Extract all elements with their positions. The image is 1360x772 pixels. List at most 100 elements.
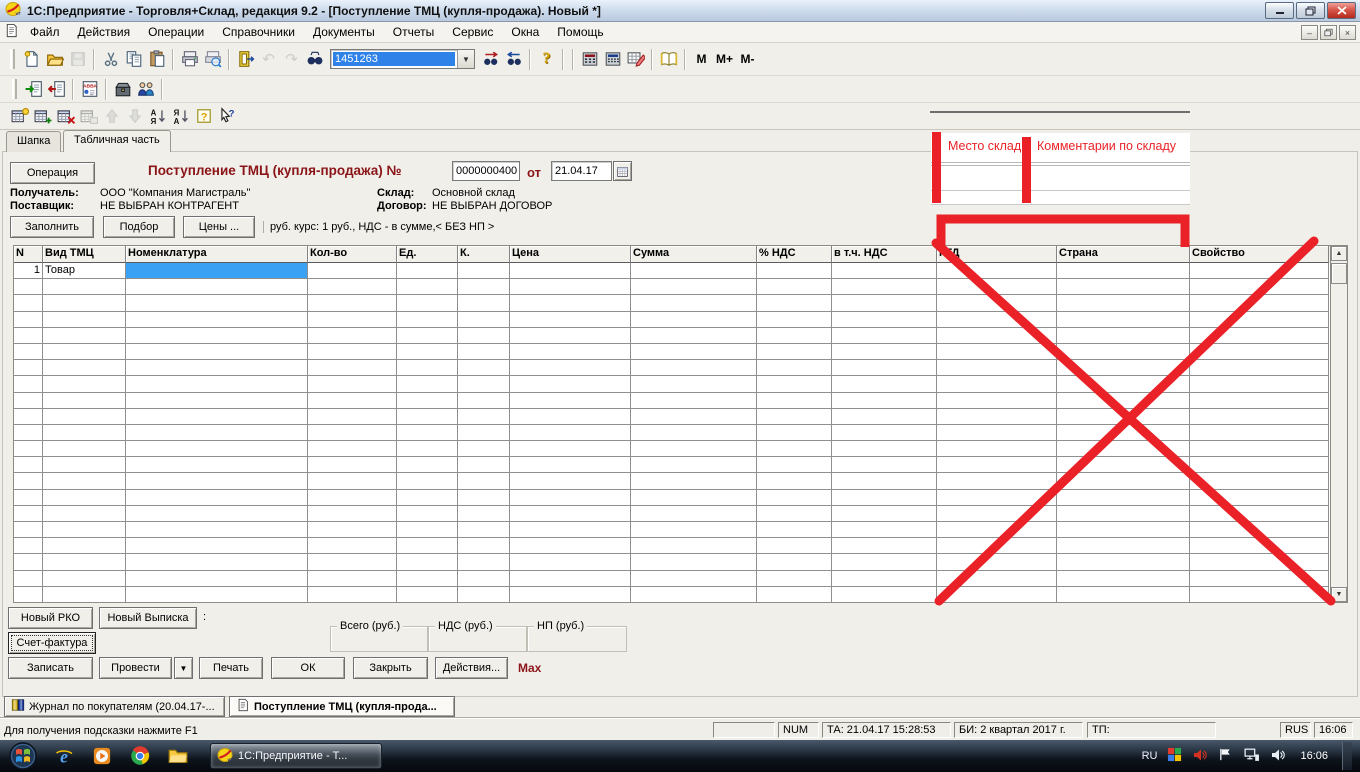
table-cell[interactable] <box>458 328 510 344</box>
table-cell[interactable] <box>126 490 308 506</box>
table-cell[interactable] <box>308 490 397 506</box>
table-cell[interactable] <box>43 522 126 538</box>
context-help-icon[interactable]: ? <box>215 105 238 128</box>
toolbar-drag-handle[interactable] <box>10 49 15 69</box>
table-cell[interactable] <box>1190 376 1329 392</box>
table-cell[interactable] <box>458 360 510 376</box>
table-cell[interactable] <box>14 279 43 295</box>
table-cell[interactable]: 1 <box>14 263 43 279</box>
table-cell[interactable] <box>937 490 1057 506</box>
table-cell[interactable] <box>126 571 308 587</box>
table-cell[interactable] <box>757 360 832 376</box>
table-cell[interactable] <box>43 344 126 360</box>
sort-az-icon[interactable]: АЯ <box>146 105 169 128</box>
table-cell[interactable] <box>1190 344 1329 360</box>
table-cell[interactable] <box>631 490 757 506</box>
table-cell[interactable] <box>126 344 308 360</box>
table-cell[interactable] <box>308 279 397 295</box>
table-row[interactable] <box>14 425 1330 441</box>
post-button[interactable]: Провести <box>99 657 172 679</box>
table-row[interactable] <box>14 538 1330 554</box>
table-cell[interactable] <box>1190 522 1329 538</box>
table-cell[interactable] <box>458 554 510 570</box>
calculator-icon[interactable] <box>578 48 601 71</box>
table-cell[interactable] <box>397 360 458 376</box>
table-row[interactable] <box>14 490 1330 506</box>
table-cell[interactable] <box>757 506 832 522</box>
table-cell[interactable] <box>937 587 1057 603</box>
table-cell[interactable] <box>397 538 458 554</box>
mdi-minimize-button[interactable]: – <box>1301 25 1318 40</box>
table-cell[interactable] <box>308 506 397 522</box>
table-cell[interactable] <box>14 328 43 344</box>
cut-icon[interactable] <box>99 48 122 71</box>
table-cell[interactable] <box>937 506 1057 522</box>
table-cell[interactable] <box>510 360 631 376</box>
explorer-icon[interactable] <box>166 744 190 768</box>
help-icon[interactable]: ? <box>535 48 558 71</box>
table-cell[interactable] <box>757 263 832 279</box>
table-cell[interactable] <box>631 473 757 489</box>
table-cell[interactable] <box>631 571 757 587</box>
table-cell[interactable] <box>126 376 308 392</box>
table-cell[interactable] <box>1057 425 1190 441</box>
table-cell[interactable] <box>1057 538 1190 554</box>
table-cell[interactable] <box>1190 441 1329 457</box>
table-cell[interactable] <box>832 409 937 425</box>
table-cell[interactable] <box>458 393 510 409</box>
table-cell[interactable] <box>126 312 308 328</box>
table-cell[interactable] <box>1057 554 1190 570</box>
menu-item-2[interactable]: Операции <box>139 23 213 41</box>
table-row[interactable] <box>14 473 1330 489</box>
table-cell[interactable] <box>631 295 757 311</box>
table-row[interactable] <box>14 360 1330 376</box>
table-cell[interactable] <box>510 279 631 295</box>
table-cell[interactable] <box>1190 409 1329 425</box>
table-cell[interactable] <box>126 295 308 311</box>
table-cell[interactable] <box>631 506 757 522</box>
table-cell[interactable] <box>631 538 757 554</box>
table-cell[interactable] <box>510 587 631 603</box>
table-cell[interactable] <box>510 441 631 457</box>
table-cell[interactable] <box>510 554 631 570</box>
volume-tray-icon[interactable] <box>1270 747 1286 766</box>
table-cell[interactable] <box>126 554 308 570</box>
table-cell[interactable] <box>1057 295 1190 311</box>
find-previous-icon[interactable] <box>502 48 525 71</box>
action-center-flag-icon[interactable] <box>1218 747 1233 765</box>
volume-muted-tray-icon[interactable] <box>1192 747 1208 766</box>
table-cell[interactable] <box>43 295 126 311</box>
table-cell[interactable] <box>397 295 458 311</box>
column-header-3[interactable]: Кол-во <box>308 246 397 263</box>
table-cell[interactable] <box>308 473 397 489</box>
table-cell[interactable] <box>631 393 757 409</box>
table-cell[interactable] <box>510 263 631 279</box>
table-cell[interactable] <box>126 473 308 489</box>
table-cell[interactable] <box>397 279 458 295</box>
table-cell[interactable] <box>43 328 126 344</box>
table-cell[interactable] <box>397 312 458 328</box>
table-cell[interactable] <box>937 473 1057 489</box>
show-desktop-button[interactable] <box>1342 742 1352 770</box>
table-cell[interactable] <box>510 538 631 554</box>
language-indicator[interactable]: RU <box>1142 750 1158 762</box>
table-cell[interactable] <box>397 376 458 392</box>
table-cell[interactable] <box>308 538 397 554</box>
table-cell[interactable] <box>631 344 757 360</box>
table-cell[interactable] <box>397 473 458 489</box>
table-cell[interactable] <box>1190 263 1329 279</box>
table-cell[interactable] <box>937 263 1057 279</box>
table-cell[interactable] <box>126 587 308 603</box>
table-cell[interactable] <box>126 506 308 522</box>
table-row[interactable] <box>14 409 1330 425</box>
table-cell[interactable] <box>937 295 1057 311</box>
table-cell[interactable] <box>1057 571 1190 587</box>
internet-explorer-icon[interactable]: e <box>52 744 76 768</box>
table-scrollbar[interactable]: ▲ ▼ <box>1330 246 1347 602</box>
table-cell[interactable] <box>43 587 126 603</box>
table-cell[interactable] <box>458 295 510 311</box>
find-next-icon[interactable] <box>479 48 502 71</box>
scroll-up-button[interactable]: ▲ <box>1331 246 1347 261</box>
table-cell[interactable] <box>1190 587 1329 603</box>
memory-m-plus-icon[interactable]: M+ <box>713 48 736 71</box>
